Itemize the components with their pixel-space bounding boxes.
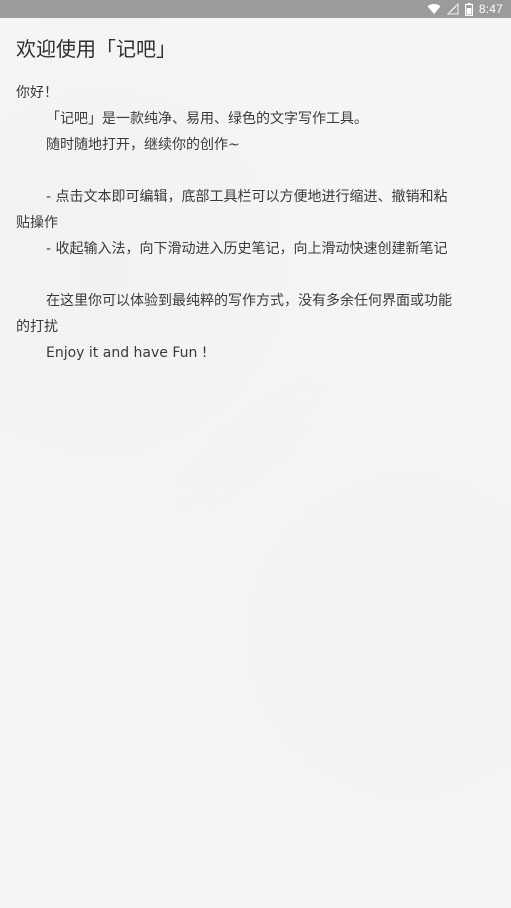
note-line-purest-1: 在这里你可以体验到最纯粹的写作方式，没有多余任何界面或功能 (46, 293, 452, 309)
signal-icon (446, 2, 459, 16)
note-editor[interactable]: 欢迎使用「记吧」 你好！ 「记吧」是一款纯净、易用、绿色的文字写作工具。 随时随… (16, 34, 496, 366)
note-line-greeting: 你好！ (16, 85, 58, 101)
wifi-icon (427, 2, 441, 16)
battery-icon (464, 2, 473, 16)
note-line-tip-toolbar-2: 贴操作 (16, 215, 58, 231)
note-line-intro: 「记吧」是一款纯净、易用、绿色的文字写作工具。 (46, 111, 368, 127)
note-line-open-anytime: 随时随地打开，继续你的创作~ (46, 137, 240, 153)
note-line-purest-2: 的打扰 (16, 319, 58, 335)
note-line-tip-toolbar-1: - 点击文本即可编辑，底部工具栏可以方便地进行缩进、撤销和粘 (46, 189, 448, 205)
status-bar: 8:47 (0, 0, 511, 18)
note-title[interactable]: 欢迎使用「记吧」 (16, 34, 496, 64)
note-line-tip-gesture: - 收起输入法，向下滑动进入历史笔记，向上滑动快速创建新笔记 (46, 241, 448, 257)
status-time: 8:47 (478, 2, 503, 16)
note-line-enjoy: Enjoy it and have Fun ! (46, 345, 208, 361)
note-body[interactable]: 你好！ 「记吧」是一款纯净、易用、绿色的文字写作工具。 随时随地打开，继续你的创… (16, 80, 496, 366)
